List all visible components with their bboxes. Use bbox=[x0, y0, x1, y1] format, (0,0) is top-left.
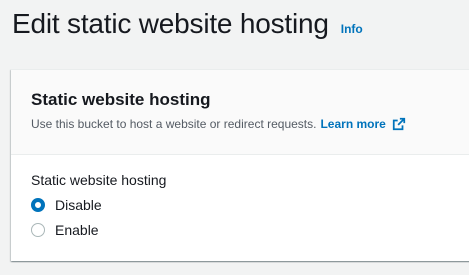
page-title: Edit static website hosting bbox=[12, 8, 329, 39]
radio-option-disable[interactable]: Disable bbox=[31, 197, 102, 213]
panel-description-text: Use this bucket to host a website or red… bbox=[31, 117, 317, 131]
disable-radio[interactable] bbox=[31, 198, 45, 212]
panel-header: Static website hosting Use this bucket t… bbox=[11, 70, 469, 155]
enable-radio-label[interactable]: Enable bbox=[55, 222, 99, 238]
edit-static-website-hosting-page: Edit static website hosting Info Static … bbox=[0, 0, 469, 275]
learn-more-label[interactable]: Learn more bbox=[320, 117, 385, 131]
disable-radio-label[interactable]: Disable bbox=[55, 197, 102, 213]
info-link[interactable]: Info bbox=[341, 22, 363, 36]
panel-title: Static website hosting bbox=[31, 90, 211, 109]
panel-description: Use this bucket to host a website or red… bbox=[31, 117, 406, 131]
learn-more-link[interactable]: Learn more bbox=[320, 117, 405, 131]
external-link-icon[interactable] bbox=[392, 117, 406, 131]
enable-radio[interactable] bbox=[31, 223, 45, 237]
page-header: Edit static website hosting Info bbox=[12, 8, 363, 40]
hosting-field-label: Static website hosting bbox=[31, 172, 167, 188]
static-website-hosting-panel: Static website hosting Use this bucket t… bbox=[11, 69, 469, 261]
radio-option-enable[interactable]: Enable bbox=[31, 222, 99, 238]
